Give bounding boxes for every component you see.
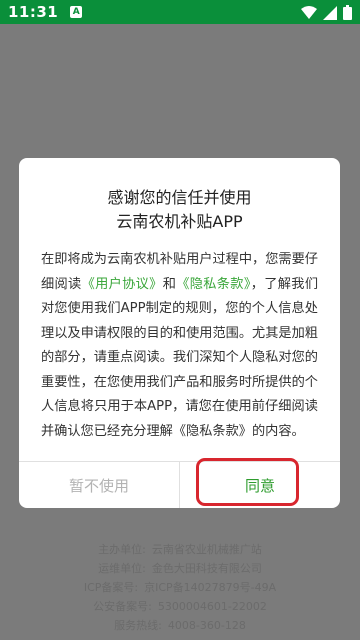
status-time: 11:31 [8, 3, 59, 21]
footer-info: 主办单位: 云南省农业机械推广站 运维单位: 金色大田科技有限公司 ICP备案号: 京… [0, 540, 360, 635]
dialog-title: 感谢您的信任并使用 云南农机补贴APP [19, 186, 340, 234]
agree-button[interactable]: 同意 [180, 462, 340, 508]
status-bar: 11:31 A [0, 0, 360, 24]
user-agreement-link[interactable]: 《用户协议》 [82, 277, 163, 292]
status-icons [301, 5, 352, 20]
privacy-dialog: 感谢您的信任并使用 云南农机补贴APP 在即将成为云南农机补贴用户过程中，您需要… [19, 158, 340, 508]
footer-row-operator: 运维单位: 金色大田科技有限公司 [98, 562, 262, 575]
wifi-icon [301, 5, 317, 19]
footer-row-icp: ICP备案号: 京ICP备14027879号-49A [83, 581, 277, 594]
battery-icon [343, 5, 352, 20]
dialog-body: 在即将成为云南农机补贴用户过程中，您需要仔细阅读《用户协议》和《隐私条款》，了解… [41, 248, 318, 444]
decline-button[interactable]: 暂不使用 [19, 462, 179, 508]
and-text: 和 [162, 276, 177, 292]
dialog-title-line2: 云南农机补贴APP [116, 212, 243, 231]
footer-row-hotline: 服务热线: 4008-360-128 [114, 619, 246, 632]
body-rest: ，了解我们对您使用我们APP制定的规则，您的个人信息处理以及申请权限的目的和使用… [41, 276, 319, 439]
footer-row-police: 公安备案号: 5300004601-22002 [93, 600, 267, 613]
signal-icon [323, 5, 337, 20]
footer-row-host: 主办单位: 云南省农业机械推广站 [98, 543, 262, 556]
dialog-title-line1: 感谢您的信任并使用 [107, 188, 252, 207]
app-notification-icon: A [70, 6, 83, 18]
privacy-policy-link[interactable]: 《隐私条款》 [176, 277, 251, 292]
